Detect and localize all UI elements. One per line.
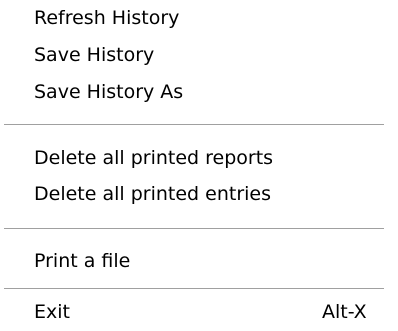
menu-separator [4, 228, 384, 230]
menu-item-print-file[interactable]: Print a file [0, 244, 398, 280]
menu-separator [4, 288, 384, 290]
menu-item-label: Delete all printed entries [34, 183, 271, 205]
menu-item-label: Delete all printed reports [34, 147, 274, 169]
menu-item-label: Save History [34, 44, 155, 66]
menu-item-shortcut: Alt-X [322, 301, 367, 323]
menu-item-delete-printed-reports[interactable]: Delete all printed reports [0, 141, 398, 177]
menu-item-label: Refresh History [34, 7, 180, 29]
context-menu: Refresh History Save History Save Histor… [0, 0, 398, 331]
menu-item-save-history-as[interactable]: Save History As [0, 75, 398, 111]
menu-item-label: Exit [34, 301, 70, 323]
menu-item-delete-printed-entries[interactable]: Delete all printed entries [0, 177, 398, 213]
menu-item-label: Save History As [34, 81, 184, 103]
menu-separator [4, 124, 384, 126]
menu-item-refresh-history[interactable]: Refresh History [0, 1, 398, 37]
menu-item-save-history[interactable]: Save History [0, 38, 398, 74]
menu-item-label: Print a file [34, 250, 131, 272]
menu-item-exit[interactable]: Exit Alt-X [0, 295, 398, 331]
